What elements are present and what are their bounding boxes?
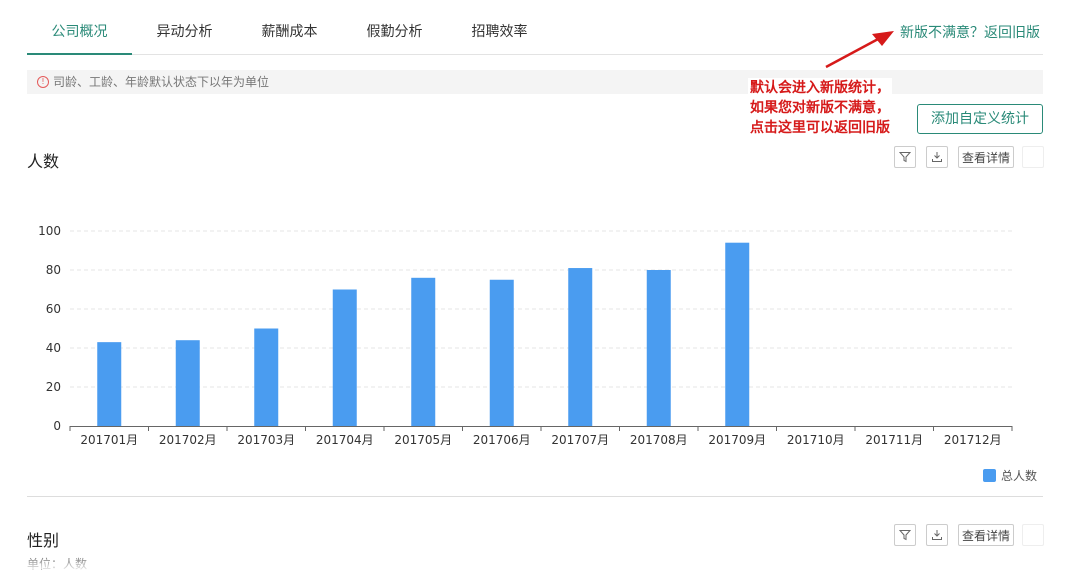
scroll-fade: [0, 549, 1072, 569]
bar: [254, 328, 279, 426]
bar: [489, 279, 514, 426]
legend-swatch: [983, 469, 996, 482]
y-tick-label: 60: [46, 302, 61, 316]
bar: [568, 268, 593, 426]
x-tick-label: 201710月: [787, 433, 845, 447]
x-tick-label: 201705月: [394, 433, 452, 447]
chart-toolbar: 查看详情: [894, 524, 1045, 546]
bar: [411, 277, 436, 426]
view-details-button[interactable]: 查看详情: [958, 524, 1015, 546]
y-tick-label: 0: [53, 419, 61, 433]
x-tick-label: 201704月: [316, 433, 374, 447]
bar: [646, 270, 671, 426]
legend-label: 总人数: [1001, 469, 1038, 483]
bar: [97, 342, 122, 426]
x-tick-label: 201701月: [80, 433, 138, 447]
section-title-gender: 性别: [27, 531, 60, 550]
section-divider: [27, 496, 1043, 497]
bar: [332, 289, 357, 426]
x-tick-label: 201706月: [473, 433, 531, 447]
headcount-bar-chart: 0 20 40 60 80 100 201701月 201702月 201703月 201704月…: [38, 224, 1013, 447]
delete-icon[interactable]: [1022, 524, 1045, 546]
y-tick-label: 40: [46, 341, 61, 355]
x-tick-label: 201712月: [944, 433, 1002, 447]
x-tick-label: 201707月: [551, 433, 609, 447]
y-tick-label: 80: [46, 263, 61, 277]
y-tick-label: 20: [46, 380, 61, 394]
y-tick-label: 100: [38, 224, 61, 238]
x-tick-label: 201711月: [865, 433, 923, 447]
x-tick-label: 201702月: [159, 433, 217, 447]
chart-legend: 总人数: [983, 467, 1037, 484]
x-tick-label: 201709月: [708, 433, 766, 447]
bar: [175, 340, 200, 426]
x-tick-label: 201708月: [630, 433, 688, 447]
filter-icon[interactable]: [894, 524, 916, 546]
download-icon[interactable]: [926, 524, 948, 546]
bar: [725, 242, 750, 426]
x-tick-label: 201703月: [237, 433, 295, 447]
